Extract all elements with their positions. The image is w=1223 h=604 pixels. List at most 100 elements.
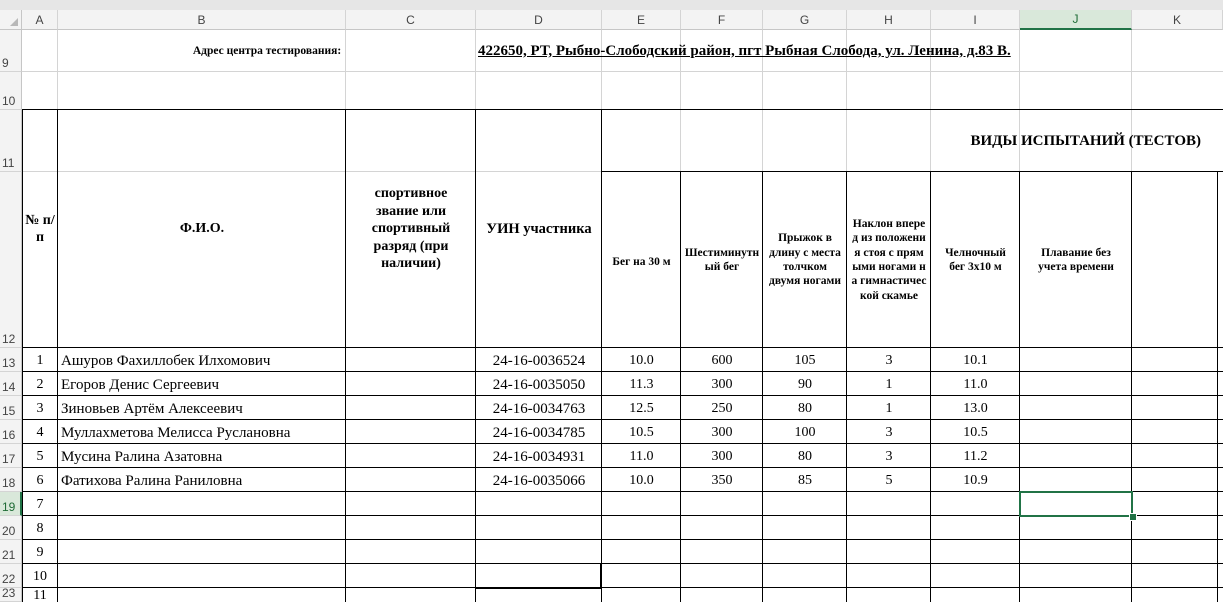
- result-shuttle[interactable]: 13.0: [931, 396, 1020, 420]
- header-uin: УИН участника: [486, 220, 592, 237]
- result-jump[interactable]: 90: [763, 372, 847, 396]
- row-header-14[interactable]: 14: [0, 372, 22, 396]
- result-run30[interactable]: 12.5: [602, 396, 681, 420]
- row-header-23[interactable]: 23: [0, 586, 22, 602]
- column-header-e[interactable]: E: [602, 10, 681, 30]
- column-header-f[interactable]: F: [681, 10, 763, 30]
- address-value: 422650, РТ, Рыбно-Слободский район, пгт …: [478, 42, 1011, 59]
- participant-name[interactable]: Фатихова Ралина Раниловна: [58, 468, 346, 492]
- table-border: [22, 539, 1223, 540]
- result-shuttle[interactable]: 10.1: [931, 348, 1020, 372]
- result-bend[interactable]: 3: [847, 348, 931, 372]
- row-header-19[interactable]: 19: [0, 492, 22, 516]
- row-header-21[interactable]: 21: [0, 540, 22, 564]
- participant-uin[interactable]: 24-16-0036524: [476, 348, 602, 372]
- result-run30[interactable]: 11.0: [602, 444, 681, 468]
- participant-number[interactable]: 4: [22, 420, 58, 444]
- participant-name[interactable]: Ашуров Фахиллобек Илхомович: [58, 348, 346, 372]
- column-header-a[interactable]: A: [22, 10, 58, 30]
- participant-uin[interactable]: 24-16-0035066: [476, 468, 602, 492]
- header-rank: спортивное звание или спортивный разряд …: [371, 186, 451, 272]
- row-header-15[interactable]: 15: [0, 396, 22, 420]
- result-bend[interactable]: 5: [847, 468, 931, 492]
- header-run6: Шестиминутный бег: [684, 246, 760, 273]
- column-header-h[interactable]: H: [847, 10, 931, 30]
- table-border: [1217, 172, 1218, 602]
- result-run6[interactable]: 300: [681, 444, 763, 468]
- column-header-j[interactable]: J: [1020, 10, 1132, 30]
- select-all-corner[interactable]: [0, 10, 22, 30]
- column-header-i[interactable]: I: [931, 10, 1020, 30]
- result-run6[interactable]: 300: [681, 372, 763, 396]
- header-number: № п/п: [25, 212, 55, 246]
- participant-uin[interactable]: 24-16-0035050: [476, 372, 602, 396]
- select-all-triangle-icon: [10, 18, 18, 26]
- participant-name[interactable]: Мусина Ралина Азатовна: [58, 444, 346, 468]
- row-header-18[interactable]: 18: [0, 468, 22, 492]
- participant-name[interactable]: Муллахметова Мелисса Руслановна: [58, 420, 346, 444]
- participant-number[interactable]: 3: [22, 396, 58, 420]
- header-run30: Бег на 30 м: [612, 255, 671, 268]
- participant-number[interactable]: 5: [22, 444, 58, 468]
- row-header-12[interactable]: 12: [0, 172, 22, 348]
- result-run30[interactable]: 10.0: [602, 468, 681, 492]
- header-jump: Прыжок в длину с места толчком двумя ног…: [769, 232, 841, 288]
- address-label: Адрес центра тестирования:: [192, 44, 342, 57]
- column-header-g[interactable]: G: [763, 10, 847, 30]
- participant-number[interactable]: 9: [22, 540, 58, 564]
- result-bend[interactable]: 3: [847, 444, 931, 468]
- result-shuttle[interactable]: 10.9: [931, 468, 1020, 492]
- row-header-13[interactable]: 13: [0, 348, 22, 372]
- result-run6[interactable]: 250: [681, 396, 763, 420]
- header-swim: Плавание без учета времени: [1038, 246, 1114, 273]
- participant-uin[interactable]: 24-16-0034763: [476, 396, 602, 420]
- result-shuttle[interactable]: 11.0: [931, 372, 1020, 396]
- column-header-b[interactable]: B: [58, 10, 346, 30]
- selected-cell-j19[interactable]: [1019, 491, 1133, 517]
- row-header-20[interactable]: 20: [0, 516, 22, 540]
- result-run30[interactable]: 10.0: [602, 348, 681, 372]
- row-header-9[interactable]: 9: [0, 30, 22, 72]
- participant-number[interactable]: 7: [22, 492, 58, 516]
- participant-number[interactable]: 2: [22, 372, 58, 396]
- result-shuttle[interactable]: 11.2: [931, 444, 1020, 468]
- row-header-10[interactable]: 10: [0, 72, 22, 110]
- table-border: [22, 563, 1223, 564]
- result-jump[interactable]: 100: [763, 420, 847, 444]
- result-shuttle[interactable]: 10.5: [931, 420, 1020, 444]
- participant-name[interactable]: Егоров Денис Сергеевич: [58, 372, 346, 396]
- result-jump[interactable]: 80: [763, 396, 847, 420]
- column-header-d[interactable]: D: [476, 10, 602, 30]
- result-jump[interactable]: 80: [763, 444, 847, 468]
- column-header-k[interactable]: K: [1132, 10, 1223, 30]
- participant-number[interactable]: 10: [22, 564, 58, 588]
- result-run6[interactable]: 350: [681, 468, 763, 492]
- row-header-22[interactable]: 22: [0, 564, 22, 588]
- result-jump[interactable]: 105: [763, 348, 847, 372]
- result-run30[interactable]: 10.5: [602, 420, 681, 444]
- participant-uin[interactable]: 24-16-0034931: [476, 444, 602, 468]
- header-shuttle: Челночный бег 3х10 м: [945, 246, 1006, 273]
- header-fio: Ф.И.О.: [179, 221, 225, 237]
- table-border: [22, 587, 1223, 588]
- participant-number[interactable]: 6: [22, 468, 58, 492]
- header-bend: Наклон вперед из положения стоя с прямым…: [851, 217, 927, 302]
- participant-name[interactable]: Зиновьев Артём Алексеевич: [58, 396, 346, 420]
- row-header-17[interactable]: 17: [0, 444, 22, 468]
- result-bend[interactable]: 3: [847, 420, 931, 444]
- result-run30[interactable]: 11.3: [602, 372, 681, 396]
- participant-number[interactable]: 1: [22, 348, 58, 372]
- result-jump[interactable]: 85: [763, 468, 847, 492]
- result-bend[interactable]: 1: [847, 372, 931, 396]
- fill-handle[interactable]: [1129, 513, 1137, 521]
- top-strip: [0, 0, 1223, 10]
- row-header-16[interactable]: 16: [0, 420, 22, 444]
- result-bend[interactable]: 1: [847, 396, 931, 420]
- column-header-c[interactable]: C: [346, 10, 476, 30]
- participant-number[interactable]: 11: [22, 588, 58, 603]
- participant-uin[interactable]: 24-16-0034785: [476, 420, 602, 444]
- participant-number[interactable]: 8: [22, 516, 58, 540]
- result-run6[interactable]: 600: [681, 348, 763, 372]
- result-run6[interactable]: 300: [681, 420, 763, 444]
- row-header-11[interactable]: 11: [0, 110, 22, 172]
